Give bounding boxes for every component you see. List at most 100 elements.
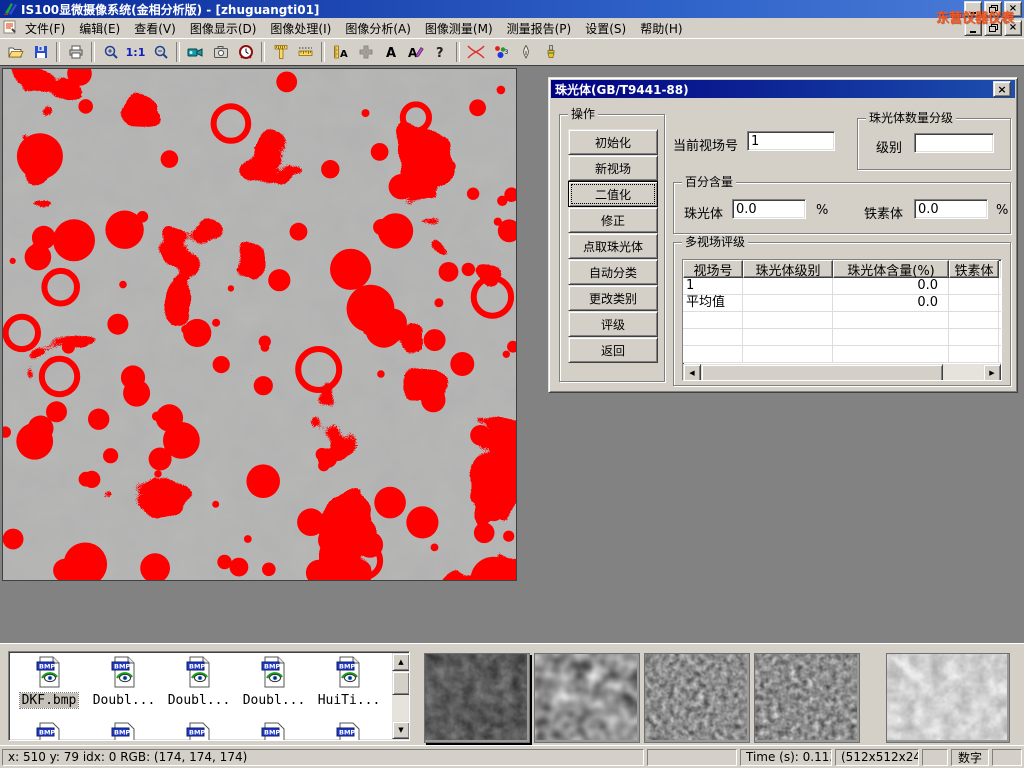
zoom-in-button[interactable] xyxy=(98,41,123,64)
bmp-file-icon: BMP xyxy=(33,656,65,688)
mdi-close-button[interactable]: × xyxy=(1004,20,1022,36)
curve-tool-button[interactable] xyxy=(463,41,488,64)
dialog-close-button[interactable]: × xyxy=(993,81,1011,97)
current-field-label: 当前视场号 xyxy=(673,135,738,154)
file-item[interactable]: BMP xyxy=(238,722,310,741)
table-row[interactable] xyxy=(683,346,1001,363)
pick-pearlite-button[interactable]: 点取珠光体 xyxy=(568,233,658,259)
auto-classify-button[interactable]: 自动分类 xyxy=(568,259,658,285)
menu-image-analysis[interactable]: 图像分析(A) xyxy=(338,18,418,39)
save-button[interactable] xyxy=(28,41,53,64)
svg-text:A: A xyxy=(340,49,348,60)
measure-annotate-button[interactable]: A xyxy=(328,41,353,64)
open-file-button[interactable] xyxy=(3,41,28,64)
text-edit-button[interactable]: A xyxy=(403,41,428,64)
preview-thumbnail-2[interactable] xyxy=(534,653,640,743)
print-button[interactable] xyxy=(63,41,88,64)
file-item[interactable]: BMP Doubl... xyxy=(163,656,235,708)
menu-image-process[interactable]: 图像处理(I) xyxy=(263,18,338,39)
menu-image-measure[interactable]: 图像测量(M) xyxy=(418,18,500,39)
pointer-pen-button[interactable] xyxy=(513,41,538,64)
snapshot-camera-icon xyxy=(213,45,229,59)
correct-button[interactable]: 修正 xyxy=(568,207,658,233)
preview-thumbnail-4[interactable] xyxy=(754,653,860,743)
table-h-scrollbar[interactable]: ◀ ▶ xyxy=(683,364,1001,380)
scroll-down-icon[interactable]: ▼ xyxy=(392,721,410,739)
preview-thumbnail-3[interactable] xyxy=(644,653,750,743)
menu-view[interactable]: 查看(V) xyxy=(127,18,183,39)
file-item[interactable]: BMP xyxy=(13,722,85,741)
file-name[interactable]: Doubl... xyxy=(241,693,308,708)
file-item[interactable]: BMP Doubl... xyxy=(238,656,310,708)
pearlite-percent-input[interactable] xyxy=(732,199,806,219)
file-item[interactable]: BMP xyxy=(163,722,235,741)
timer-clock-button[interactable] xyxy=(233,41,258,64)
table-row[interactable]: 平均值 0.0 xyxy=(683,295,1001,312)
svg-text:BMP: BMP xyxy=(339,729,355,737)
mdi-restore-button[interactable] xyxy=(984,20,1002,36)
col-pearlite-grade[interactable]: 珠光体级别 xyxy=(743,260,833,278)
snapshot-camera-button[interactable] xyxy=(208,41,233,64)
operation-group-label: 操作 xyxy=(568,107,598,121)
col-ferrite[interactable]: 铁素体 xyxy=(949,260,999,278)
return-button[interactable]: 返回 xyxy=(568,337,658,363)
table-row[interactable] xyxy=(683,329,1001,346)
metallographic-image[interactable] xyxy=(2,68,517,581)
file-name[interactable]: Doubl... xyxy=(166,693,233,708)
toolbar-separator xyxy=(91,42,95,62)
fill-brush-button[interactable] xyxy=(538,41,563,64)
file-item[interactable]: BMP Doubl... xyxy=(88,656,160,708)
close-button[interactable]: × xyxy=(1004,1,1022,17)
grid-cross-button[interactable] xyxy=(353,41,378,64)
menu-settings[interactable]: 设置(S) xyxy=(578,18,633,39)
restore-button[interactable] xyxy=(984,1,1002,17)
menu-edit[interactable]: 编辑(E) xyxy=(72,18,127,39)
text-label-button[interactable]: A xyxy=(378,41,403,64)
file-item[interactable]: BMP DKF.bmp xyxy=(13,656,85,708)
preview-thumbnail-5[interactable] xyxy=(886,653,1010,743)
menu-image-display[interactable]: 图像显示(D) xyxy=(183,18,264,39)
binarize-button[interactable]: 二值化 xyxy=(568,181,658,207)
minimize-button[interactable] xyxy=(964,1,982,17)
help-button[interactable]: ? xyxy=(428,41,453,64)
grade-input[interactable] xyxy=(914,133,994,153)
bmp-file-icon: BMP xyxy=(183,722,215,741)
new-field-button[interactable]: 新视场 xyxy=(568,155,658,181)
file-name[interactable]: Doubl... xyxy=(91,693,158,708)
menu-measure-report[interactable]: 测量报告(P) xyxy=(500,18,579,39)
file-name-selected[interactable]: DKF.bmp xyxy=(20,693,79,708)
video-camera-button[interactable] xyxy=(183,41,208,64)
mdi-minimize-button[interactable] xyxy=(964,20,982,36)
menu-help[interactable]: 帮助(H) xyxy=(633,18,689,39)
scrollbar-thumb[interactable] xyxy=(701,364,943,381)
grade-button[interactable]: 评级 xyxy=(568,311,658,337)
file-item[interactable]: BMP HuiTi... xyxy=(313,656,385,708)
table-row[interactable]: 1 0.0 xyxy=(683,278,1001,295)
scroll-up-icon[interactable]: ▲ xyxy=(392,653,410,671)
change-class-button[interactable]: 更改类别 xyxy=(568,285,658,311)
dialog-title-bar[interactable]: 珠光体(GB/T9441-88) × xyxy=(551,80,1015,98)
scrollbar-thumb[interactable] xyxy=(392,671,410,695)
table-row[interactable] xyxy=(683,312,1001,329)
menu-file[interactable]: 文件(F) xyxy=(18,18,72,39)
init-button[interactable]: 初始化 xyxy=(568,129,658,155)
scroll-right-icon[interactable]: ▶ xyxy=(983,364,1001,381)
current-field-input[interactable] xyxy=(747,131,835,151)
col-field-no[interactable]: 视场号 xyxy=(683,260,743,278)
app-icon xyxy=(3,1,17,18)
horizontal-ruler-button[interactable] xyxy=(293,41,318,64)
ferrite-percent-input[interactable] xyxy=(914,199,988,219)
actual-size-button[interactable]: 1:1 xyxy=(123,41,148,64)
file-item[interactable]: BMP xyxy=(313,722,385,741)
col-pearlite-content[interactable]: 珠光体含量(%) xyxy=(833,260,949,278)
zoom-out-button[interactable] xyxy=(148,41,173,64)
preview-thumbnail-1[interactable] xyxy=(424,653,530,743)
file-name[interactable]: HuiTi... xyxy=(316,693,383,708)
document-icon[interactable] xyxy=(2,19,18,38)
file-item[interactable]: BMP xyxy=(88,722,160,741)
vertical-caliper-button[interactable] xyxy=(268,41,293,64)
file-list-scrollbar[interactable]: ▲ ▼ xyxy=(392,653,408,739)
cell-ferrite xyxy=(949,278,999,294)
particle-classify-button[interactable]: 3 xyxy=(488,41,513,64)
scroll-left-icon[interactable]: ◀ xyxy=(683,364,701,381)
